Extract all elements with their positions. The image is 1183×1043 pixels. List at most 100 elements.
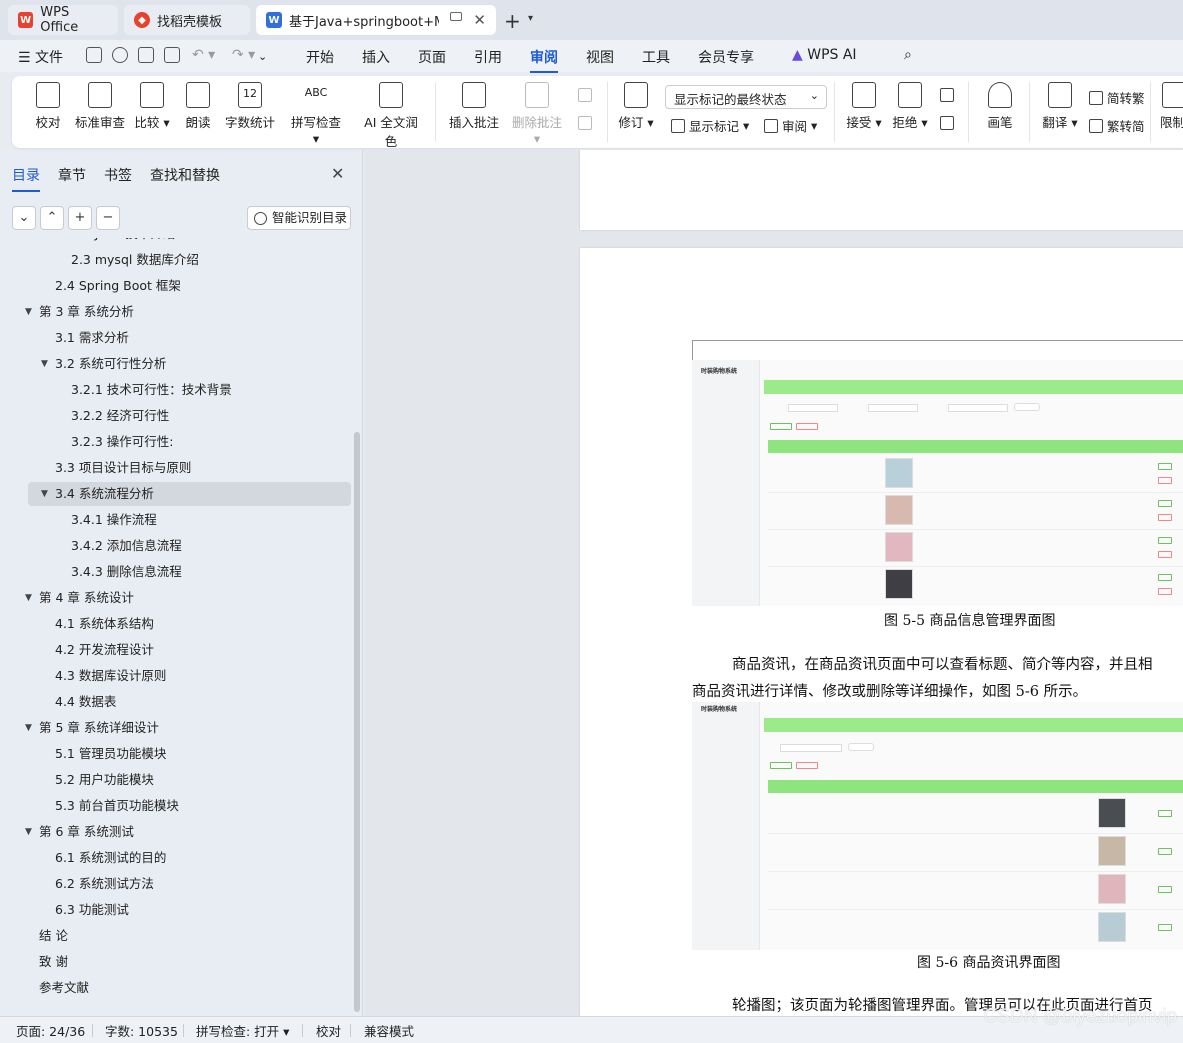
next-comment-icon[interactable] bbox=[578, 116, 596, 130]
toc-item[interactable]: 2.4 Spring Boot 框架 bbox=[28, 274, 351, 298]
export-icon[interactable] bbox=[112, 47, 128, 63]
toc-item[interactable]: 2.2 Java 技术介绍 bbox=[28, 238, 351, 246]
compare-button[interactable]: 比较 ▾ bbox=[134, 82, 170, 131]
chevron-down-icon[interactable]: ▾ bbox=[528, 13, 533, 24]
expand-triangle-icon[interactable]: ▼ bbox=[41, 482, 48, 506]
toc-item[interactable]: 3.2.2 经济可行性 bbox=[28, 404, 351, 428]
review-pane-button[interactable]: 审阅 ▾ bbox=[764, 116, 817, 135]
tab-template[interactable]: ◆ 找稻壳模板 bbox=[124, 5, 250, 35]
expand-triangle-icon[interactable]: ▼ bbox=[25, 300, 32, 324]
undo-icon[interactable]: ↶ ▾ bbox=[192, 47, 215, 63]
document-page[interactable]: 时装购物系统 图 5-5 商品信息管理界面图 商品资讯，在商品资讯页面中可以查看… bbox=[580, 248, 1183, 1016]
translate-button[interactable]: 翻译 ▾ bbox=[1042, 82, 1078, 131]
toc-item[interactable]: 致 谢 bbox=[28, 950, 351, 974]
spell-check-button[interactable]: ABC 拼写检查 ▾ bbox=[286, 82, 346, 146]
tab-toc[interactable]: 目录 bbox=[12, 165, 40, 192]
toc-item[interactable]: 2.3 mysql 数据库介绍 bbox=[28, 248, 351, 272]
track-changes-button[interactable]: 修订 ▾ bbox=[618, 82, 654, 131]
menu-page[interactable]: 页面 bbox=[418, 47, 446, 67]
expand-triangle-icon[interactable]: ▼ bbox=[25, 586, 32, 610]
toc-item[interactable]: 3.4.1 操作流程 bbox=[28, 508, 351, 532]
toc-item[interactable]: 3.4.2 添加信息流程 bbox=[28, 534, 351, 558]
toc-item[interactable]: 4.1 系统体系结构 bbox=[28, 612, 351, 636]
menu-file[interactable]: ☰ 文件 bbox=[18, 47, 63, 67]
sidebar-scrollbar[interactable] bbox=[354, 432, 360, 1012]
toc-item[interactable]: 3.1 需求分析 bbox=[28, 326, 351, 350]
standard-review-button[interactable]: 标准审查 bbox=[74, 82, 126, 131]
delete-comment-button[interactable]: 删除批注 ▾ bbox=[508, 82, 566, 146]
proofread-status[interactable]: 校对 bbox=[316, 1021, 341, 1040]
expand-triangle-icon[interactable]: ▼ bbox=[25, 716, 32, 740]
show-markup-button[interactable]: 显示标记 ▾ bbox=[671, 116, 749, 135]
toc-item[interactable]: 4.4 数据表 bbox=[28, 690, 351, 714]
toc-item[interactable]: 参考文献 bbox=[28, 976, 351, 1000]
toc-item[interactable]: 6.1 系统测试的目的 bbox=[28, 846, 351, 870]
tab-document[interactable]: W 基于Java+springboot+Mys ✕ bbox=[256, 5, 496, 35]
print-icon[interactable] bbox=[138, 47, 154, 63]
menu-tools[interactable]: 工具 bbox=[642, 47, 670, 67]
accept-button[interactable]: 接受 ▾ bbox=[846, 82, 882, 131]
reject-button[interactable]: 拒绝 ▾ bbox=[892, 82, 928, 131]
expand-down-icon[interactable]: ⌄ bbox=[12, 206, 36, 230]
toc-item[interactable]: 5.1 管理员功能模块 bbox=[28, 742, 351, 766]
print-preview-icon[interactable] bbox=[164, 47, 180, 63]
toc-item[interactable]: 4.2 开发流程设计 bbox=[28, 638, 351, 662]
toc-item[interactable]: 6.3 功能测试 bbox=[28, 898, 351, 922]
word-count-button[interactable]: 12 字数统计 bbox=[224, 82, 276, 131]
toc-item[interactable]: ▼ 第 4 章 系统设计 bbox=[25, 586, 351, 610]
ai-polish-button[interactable]: AI 全文润色 bbox=[358, 82, 424, 150]
read-aloud-button[interactable]: 朗读 bbox=[184, 82, 212, 131]
more-chevron-icon[interactable]: ⌄ bbox=[258, 50, 267, 63]
close-icon[interactable]: ✕ bbox=[473, 11, 486, 29]
toc-item[interactable]: 3.3 项目设计目标与原则 bbox=[28, 456, 351, 480]
collapse-up-icon[interactable]: ⌃ bbox=[40, 206, 64, 230]
markup-display-select[interactable]: 显示标记的最终状态 ⌄ bbox=[665, 85, 827, 109]
next-change-icon[interactable] bbox=[940, 116, 958, 130]
expand-triangle-icon[interactable]: ▼ bbox=[25, 820, 32, 844]
restrict-button[interactable]: 限制 bbox=[1160, 82, 1183, 131]
prev-comment-icon[interactable] bbox=[578, 88, 596, 102]
toc-item[interactable]: ▼ 3.4 系统流程分析 bbox=[28, 482, 351, 506]
menu-references[interactable]: 引用 bbox=[474, 47, 502, 67]
close-icon[interactable]: ✕ bbox=[331, 164, 344, 183]
menu-home[interactable]: 开始 bbox=[306, 47, 334, 67]
toc-item[interactable]: 3.2.3 操作可行性: bbox=[28, 430, 351, 454]
redo-icon[interactable]: ↷ ▾ bbox=[232, 47, 255, 63]
new-tab-plus-icon[interactable]: + bbox=[504, 9, 521, 33]
toc-item[interactable]: ▼ 3.2 系统可行性分析 bbox=[28, 352, 351, 376]
toc-item[interactable]: 4.3 数据库设计原则 bbox=[28, 664, 351, 688]
toc-item[interactable]: ▼ 第 6 章 系统测试 bbox=[25, 820, 351, 844]
search-icon[interactable]: ⌕ bbox=[904, 47, 912, 63]
menu-insert[interactable]: 插入 bbox=[362, 47, 390, 67]
tab-chapters[interactable]: 章节 bbox=[58, 165, 86, 185]
menu-member[interactable]: 会员专享 bbox=[698, 47, 754, 67]
page-indicator[interactable]: 页面: 24/36 bbox=[16, 1021, 85, 1040]
toc-item[interactable]: 3.4.3 删除信息流程 bbox=[28, 560, 351, 584]
pen-button[interactable]: 画笔 bbox=[986, 82, 1014, 131]
toc-item[interactable]: ▼ 第 5 章 系统详细设计 bbox=[25, 716, 351, 740]
expand-triangle-icon[interactable]: ▼ bbox=[41, 352, 48, 376]
simp-to-trad-button[interactable]: 简转繁 bbox=[1089, 88, 1145, 107]
menu-wps-ai[interactable]: ▲ WPS AI bbox=[792, 47, 857, 63]
menu-view[interactable]: 视图 bbox=[586, 47, 614, 67]
toc-item[interactable]: 3.2.1 技术可行性：技术背景 bbox=[28, 378, 351, 402]
remove-heading-icon[interactable]: − bbox=[96, 206, 120, 230]
toc-item[interactable]: 6.2 系统测试方法 bbox=[28, 872, 351, 896]
smart-toc-button[interactable]: 智能识别目录 bbox=[247, 206, 351, 230]
toc-item[interactable]: 5.3 前台首页功能模块 bbox=[28, 794, 351, 818]
trad-to-simp-button[interactable]: 繁转简 bbox=[1089, 116, 1145, 135]
tab-bookmarks[interactable]: 书签 bbox=[104, 165, 132, 185]
add-heading-icon[interactable]: + bbox=[68, 206, 92, 230]
spell-check-status[interactable]: 拼写检查: 打开 ▾ bbox=[196, 1021, 289, 1040]
insert-comment-button[interactable]: 插入批注 bbox=[448, 82, 500, 131]
proofread-button[interactable]: 校对 bbox=[34, 82, 62, 131]
toc-item[interactable]: ▼ 第 3 章 系统分析 bbox=[25, 300, 351, 324]
save-icon[interactable] bbox=[86, 47, 102, 63]
tab-find-replace[interactable]: 查找和替换 bbox=[150, 165, 220, 185]
menu-review[interactable]: 审阅 bbox=[530, 47, 558, 73]
tab-wps-office[interactable]: W WPS Office bbox=[8, 5, 118, 35]
monitor-icon[interactable] bbox=[450, 12, 462, 21]
toc-item[interactable]: 5.2 用户功能模块 bbox=[28, 768, 351, 792]
toc-item[interactable]: 结 论 bbox=[28, 924, 351, 948]
word-count-indicator[interactable]: 字数: 10535 bbox=[105, 1021, 178, 1040]
